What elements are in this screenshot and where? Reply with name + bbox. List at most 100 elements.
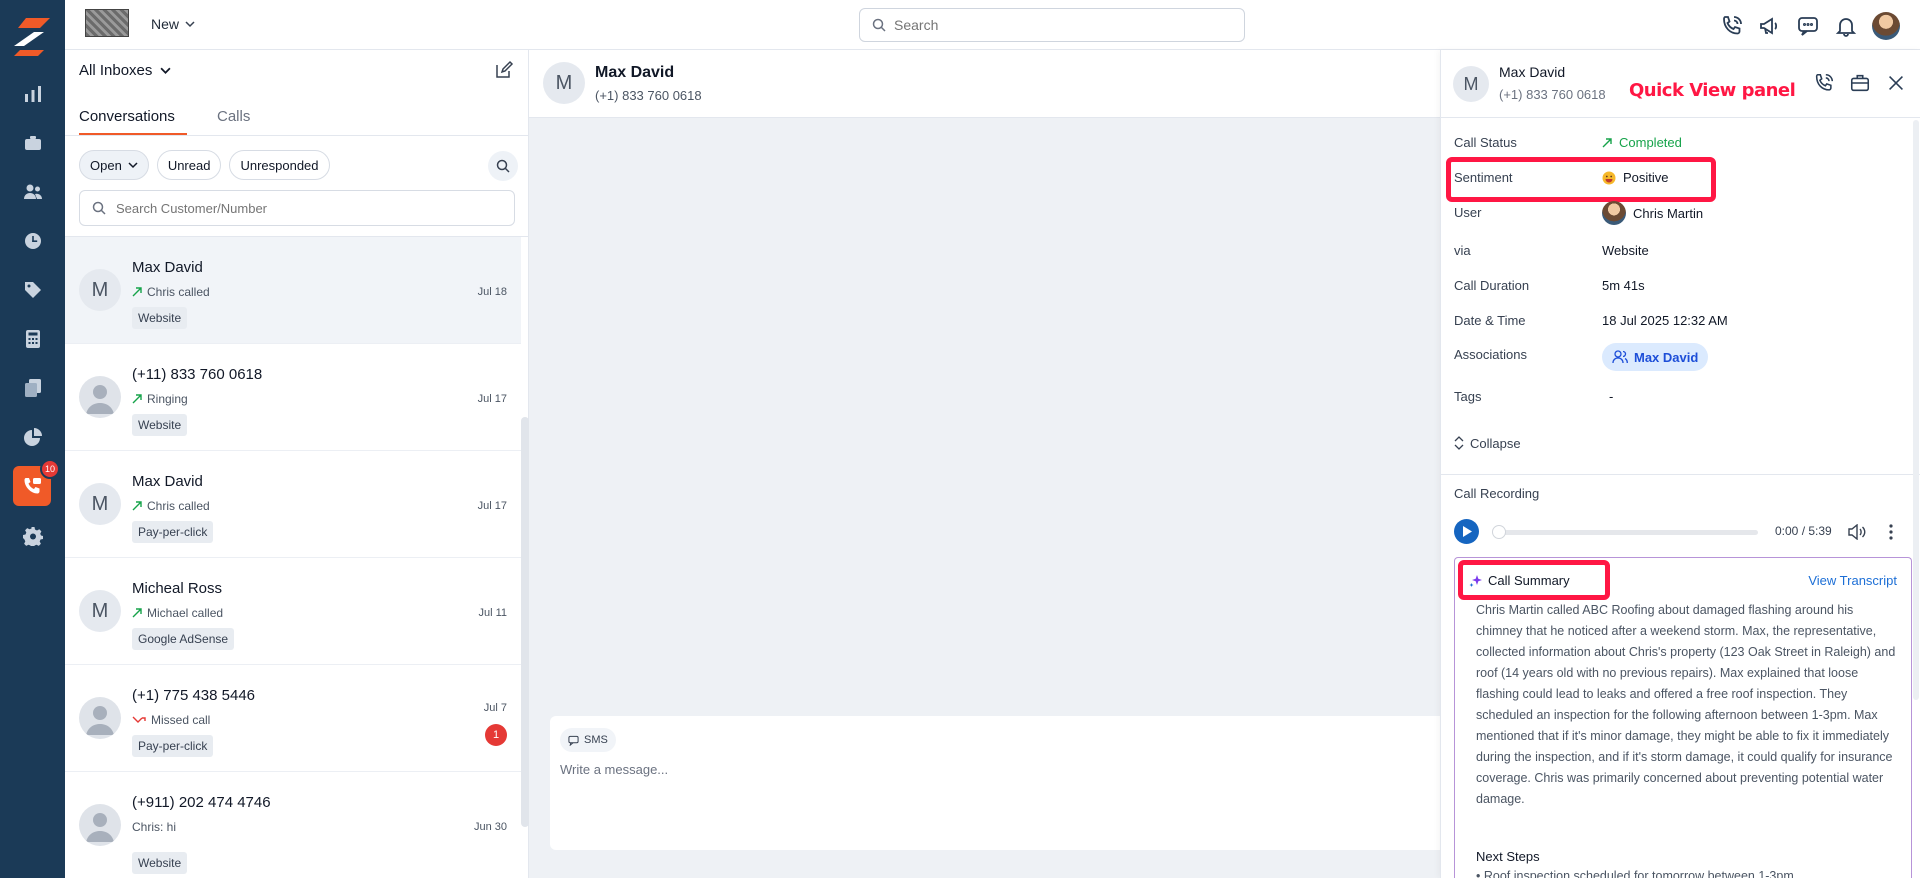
tab-calls[interactable]: Calls [217,108,250,125]
item-name: Max David [132,259,203,276]
qv-scrollbar[interactable] [1913,120,1919,700]
avatar [1602,201,1626,225]
channel-label: SMS [584,734,608,746]
left-rail: 10 [0,0,65,878]
global-search-input[interactable] [894,17,1214,33]
tab-conversations[interactable]: Conversations [79,108,175,125]
pie-chart-icon[interactable] [0,417,65,457]
chevron-up-down-icon [1454,436,1464,450]
list-item[interactable]: (+911) 202 474 4746 Chris: hi Website Ju… [65,772,521,878]
item-tag: Google AdSense [132,628,235,650]
gear-icon[interactable] [0,516,65,556]
volume-icon[interactable] [1848,524,1866,540]
item-tag: Website [132,852,188,874]
bell-icon[interactable] [1834,14,1858,38]
call-summary-text: Chris Martin called ABC Roofing about da… [1476,603,1896,806]
quick-view-annotation: Quick View panel [1629,80,1796,101]
list-item[interactable]: (+11) 833 760 0618 Ringing Website Jul 1… [65,344,521,451]
briefcase-icon[interactable] [0,123,65,163]
datetime-value: 18 Jul 2025 12:32 AM [1602,313,1728,328]
message-input[interactable]: Write a message... [560,762,668,777]
avatar: M [79,590,121,632]
play-icon [1462,526,1472,537]
megaphone-icon[interactable] [1758,14,1782,38]
quick-view-header: M Max David (+1) 833 760 0618 Quick View… [1441,50,1920,118]
search-icon [92,201,106,215]
notification-badge: 10 [40,459,60,479]
list-search-button[interactable] [488,151,518,181]
qv-header-actions [1813,72,1907,94]
divider [1441,474,1920,475]
chat-icon[interactable] [1796,14,1820,38]
association-chip[interactable]: Max David [1602,343,1709,371]
user-row: User Chris Martin [1454,201,1904,227]
datetime-row: Date & Time 18 Jul 2025 12:32 AM [1454,313,1904,335]
item-date: Jul 17 [477,393,507,405]
next-steps-title: Next Steps [1476,849,1540,864]
customer-search-input[interactable] [116,200,496,216]
search-icon [872,18,886,32]
chat-pane: M Max David (+1) 833 760 0618 SMS Write … [529,50,1440,878]
view-transcript-link[interactable]: View Transcript [1808,573,1897,588]
item-tag: Website [132,307,188,329]
customer-search[interactable] [79,190,515,226]
users-icon[interactable] [0,172,65,212]
app-logo-icon[interactable] [14,18,50,56]
tags-value: - [1609,389,1614,404]
audio-progress-knob[interactable] [1492,525,1506,539]
clock-icon[interactable] [0,221,65,261]
item-status: Ringing [132,392,188,406]
user-avatar[interactable] [1872,12,1900,40]
audio-progress-track[interactable] [1496,530,1758,535]
phone-icon[interactable] [1720,14,1744,38]
contact-name[interactable]: Max David [595,64,674,82]
collapse-button[interactable]: Collapse [1454,435,1521,451]
audio-time: 0:00 / 5:39 [1775,524,1832,538]
call-recording-label: Call Recording [1454,486,1540,501]
item-date: Jul 18 [477,286,507,298]
avatar: M [1453,66,1489,102]
filter-open[interactable]: Open [79,150,149,180]
new-dropdown[interactable]: New [151,16,195,32]
item-status-text: Missed call [151,713,211,727]
field-value: Completed [1602,135,1682,150]
quick-view-panel: M Max David (+1) 833 760 0618 Quick View… [1440,50,1920,878]
avatar: M [79,483,121,525]
inbox-selector[interactable]: All Inboxes [79,62,171,79]
phone-icon[interactable] [1813,72,1835,94]
filter-unresponded[interactable]: Unresponded [229,150,330,180]
files-icon[interactable] [0,368,65,408]
list-item[interactable]: M Max David Chris called Website Jul 18 [65,237,521,344]
conversation-list-panel: All Inboxes Conversations Calls Open Unr… [65,50,529,878]
item-status: Chris called [132,285,210,299]
more-vertical-icon[interactable] [1888,523,1894,541]
channel-selector[interactable]: SMS [560,728,616,752]
account-thumbnail[interactable] [85,9,129,37]
field-label: Associations [1454,347,1527,362]
top-icons [1720,12,1900,40]
item-status: Chris called [132,499,210,513]
list-scrollbar[interactable] [521,417,529,827]
list-item[interactable]: M Max David Chris called Pay-per-click J… [65,451,521,558]
dashboard-icon[interactable] [0,74,65,114]
filter-unread[interactable]: Unread [156,150,222,180]
filter-unresponded-label: Unresponded [240,157,319,173]
tag-icon[interactable] [0,270,65,310]
close-icon[interactable] [1885,72,1907,94]
item-date: Jul 11 [478,607,507,619]
avatar [79,376,121,418]
compose-icon[interactable] [494,60,514,80]
briefcase-icon[interactable] [1849,72,1871,94]
list-item[interactable]: (+1) 775 438 5446 Missed call Pay-per-cl… [65,665,521,772]
outgoing-call-icon [132,608,142,618]
next-step-text: Roof inspection scheduled for tomorrow b… [1483,869,1794,878]
person-icon [86,706,114,735]
filter-chips: Open Unread Unresponded [79,150,330,180]
avatar [79,697,121,739]
play-button[interactable] [1454,519,1479,544]
list-item[interactable]: M Micheal Ross Michael called Google AdS… [65,558,521,665]
calculator-icon[interactable] [0,319,65,359]
global-search[interactable] [859,8,1245,42]
item-status: Michael called [132,606,223,620]
via-value: Website [1602,243,1649,258]
